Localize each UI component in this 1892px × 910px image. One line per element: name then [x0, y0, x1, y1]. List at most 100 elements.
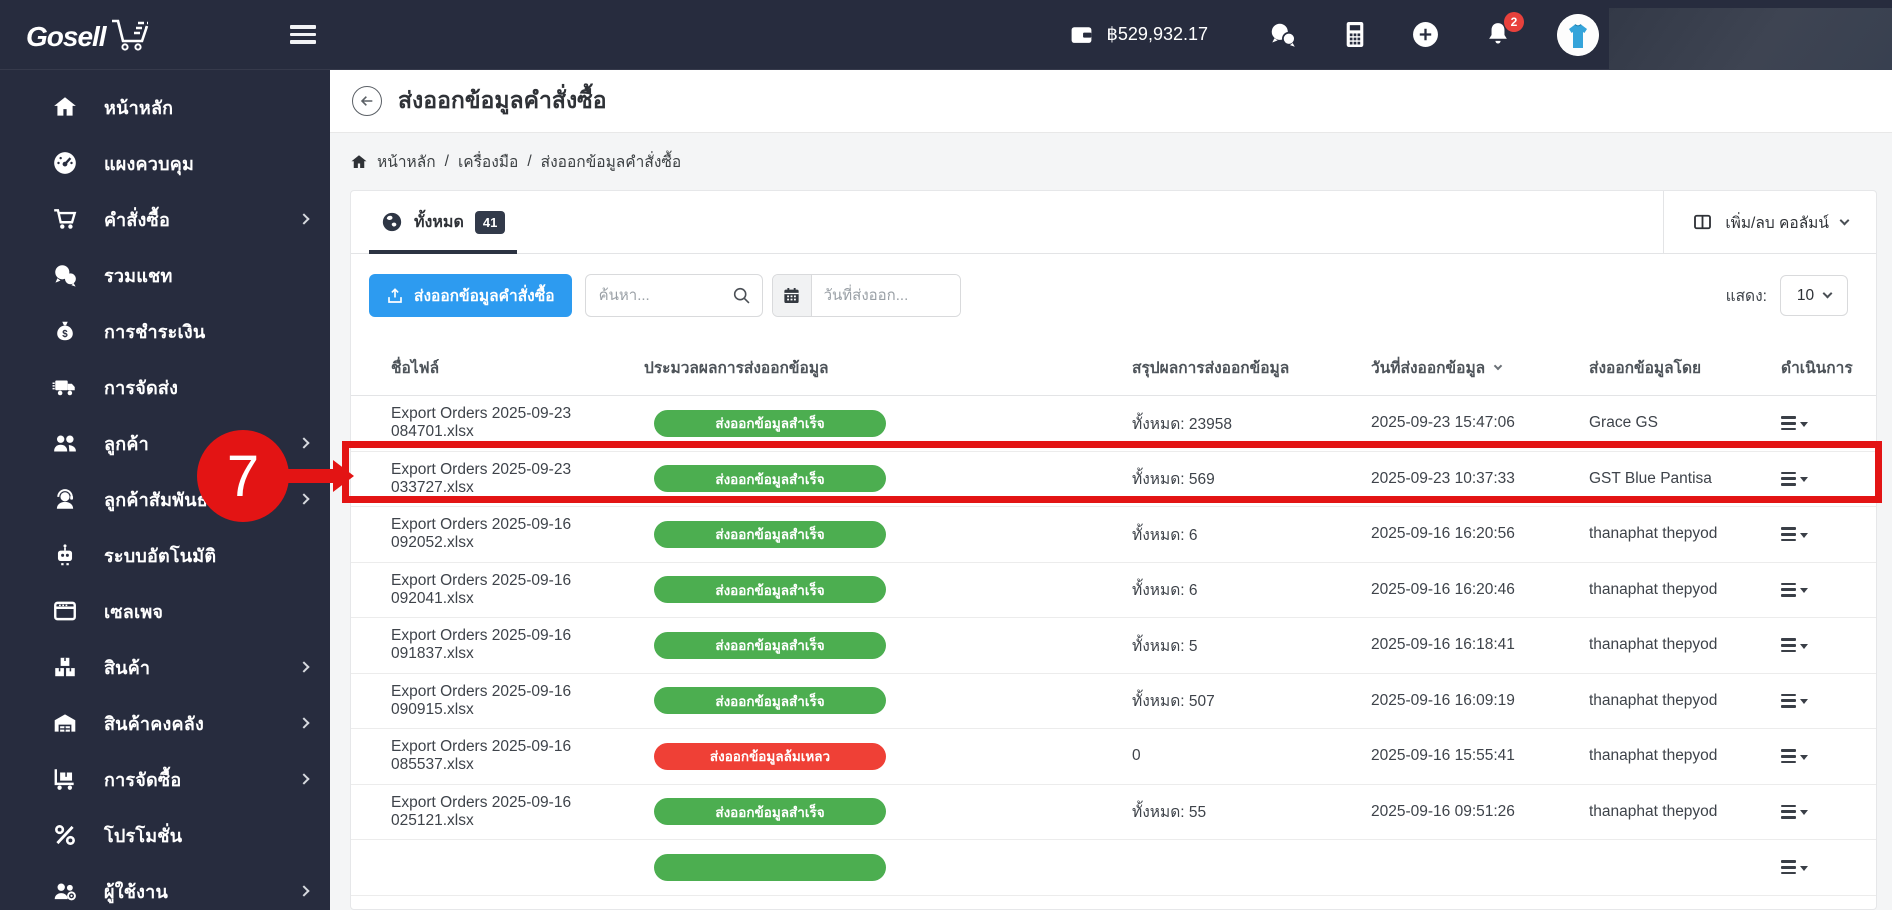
row-actions-menu-button[interactable] [1781, 804, 1808, 819]
chevron-right-icon [298, 661, 310, 673]
tab-all-label: ทั้งหมด [414, 213, 464, 231]
chevron-down-icon [1839, 215, 1850, 225]
tab-all[interactable]: ทั้งหมด 41 [369, 191, 518, 254]
sidebar-item-automation[interactable]: ระบบอัตโนมัติ [0, 527, 330, 583]
export-summary: ทั้งหมด: 55 [1132, 804, 1207, 822]
page-size-select[interactable]: 10 [1780, 275, 1848, 316]
file-name: Export Orders 2025-09-16 091837.xlsx [391, 627, 572, 663]
sidebar-item-dashboard[interactable]: แผงควบคุม [0, 135, 330, 191]
status-badge [654, 853, 886, 881]
table-row[interactable]: Export Orders 2025-09-16 092052.xlsx ส่ง… [351, 507, 1876, 563]
user-info-panel[interactable] [1609, 8, 1892, 70]
percent-icon [55, 825, 75, 845]
exported-by: thanaphat thepyod [1589, 636, 1718, 654]
exported-by: thanaphat thepyod [1589, 802, 1718, 820]
export-summary: ทั้งหมด: 6 [1132, 582, 1198, 600]
svg-text:$: $ [62, 329, 68, 340]
back-arrow-icon [360, 96, 373, 106]
sidebar-item-home[interactable]: หน้าหลัก [0, 79, 330, 135]
row-actions-menu-button[interactable] [1781, 471, 1808, 486]
sidebar-toggle-icon[interactable] [290, 25, 316, 44]
row-actions-menu-button[interactable] [1781, 860, 1808, 875]
table-row[interactable] [351, 840, 1876, 896]
file-name: Export Orders 2025-09-23 033727.xlsx [391, 460, 572, 496]
sidebar-item-inventory[interactable]: สินค้าคงคลัง [0, 695, 330, 751]
tab-all-count-badge: 41 [474, 210, 506, 234]
search-icon[interactable] [731, 285, 752, 306]
calculator-button[interactable] [1344, 21, 1366, 48]
gosell-logo[interactable]: Gosell [26, 17, 152, 53]
sidebar-item-shipping[interactable]: การจัดส่ง [0, 359, 330, 415]
app: Gosell ฿529,932.17 2 หน้าหลัก แผงควบคุม … [0, 0, 1892, 910]
file-name: Export Orders 2025-09-16 025121.xlsx [391, 793, 572, 829]
file-name: Export Orders 2025-09-16 092052.xlsx [391, 516, 572, 552]
row-actions-menu-button[interactable] [1781, 693, 1808, 708]
export-list-card: ทั้งหมด 41 เพิ่ม/ลบ คอลัมน์ ส่งออกข้อมูล… [350, 190, 1877, 910]
breadcrumb-item[interactable]: หน้าหลัก [377, 149, 436, 174]
calendar-button[interactable] [772, 275, 812, 316]
add-remove-columns-button[interactable]: เพิ่ม/ลบ คอลัมน์ [1663, 191, 1876, 253]
exported-by: thanaphat thepyod [1589, 691, 1718, 709]
table-row[interactable]: Export Orders 2025-09-16 025121.xlsx ส่ง… [351, 785, 1876, 840]
brand-text: Gosell [26, 20, 107, 52]
chevron-right-icon [298, 437, 310, 449]
column-header-date[interactable]: วันที่ส่งออกข้อมูล [1371, 355, 1589, 380]
row-actions-menu-button[interactable] [1781, 638, 1808, 653]
table-row[interactable]: Export Orders 2025-09-23 084701.xlsx ส่ง… [351, 396, 1876, 452]
calculator-icon [1346, 22, 1364, 47]
warehouse-icon [54, 714, 76, 732]
customers-icon [54, 435, 76, 452]
chat-button[interactable] [1268, 21, 1298, 49]
user-avatar[interactable] [1557, 13, 1599, 56]
table-row[interactable]: Export Orders 2025-09-16 090915.xlsx ส่ง… [351, 674, 1876, 729]
sidebar-item-purchasing[interactable]: การจัดซื้อ [0, 751, 330, 807]
chevron-right-icon [298, 213, 310, 225]
exported-by: Grace GS [1589, 414, 1658, 432]
table-row[interactable]: Export Orders 2025-09-16 085537.xlsx ส่ง… [351, 729, 1876, 785]
export-date: 2025-09-16 16:20:56 [1371, 525, 1515, 543]
sidebar-item-promotions[interactable]: โปรโมชั่น [0, 807, 330, 863]
notification-count-badge: 2 [1504, 11, 1524, 32]
top-navbar: Gosell ฿529,932.17 2 [0, 0, 1892, 70]
columns-icon [1694, 214, 1712, 230]
row-actions-menu-button[interactable] [1781, 749, 1808, 764]
status-badge: ส่งออกข้อมูลล้มเหลว [654, 742, 886, 770]
caret-down-icon [1800, 477, 1808, 483]
table-row[interactable]: Export Orders 2025-09-16 091837.xlsx ส่ง… [351, 618, 1876, 674]
wallet-balance[interactable]: ฿529,932.17 [1069, 22, 1208, 47]
file-name: Export Orders 2025-09-16 085537.xlsx [391, 738, 572, 774]
calendar-icon [784, 287, 799, 304]
table-header-row: ชื่อไฟล์ ประมวลผลการส่งออกข้อมูล สรุปผลก… [351, 339, 1876, 396]
export-orders-button[interactable]: ส่งออกข้อมูลคำสั่งซื้อ [369, 274, 572, 317]
notifications-button[interactable]: 2 [1485, 11, 1524, 49]
sidebar-item-products[interactable]: สินค้า [0, 639, 330, 695]
sidebar-item-payments[interactable]: $ การชำระเงิน [0, 303, 330, 359]
status-badge: ส่งออกข้อมูลสำเร็จ [654, 465, 886, 493]
sidebar-item-orders[interactable]: คำสั่งซื้อ [0, 191, 330, 247]
sidebar-item-customers[interactable]: ลูกค้า [0, 415, 330, 471]
column-header-summary: สรุปผลการส่งออกข้อมูล [1132, 359, 1290, 377]
export-date-input[interactable] [811, 275, 960, 316]
caret-down-icon [1800, 532, 1808, 538]
breadcrumb-item[interactable]: เครื่องมือ [458, 149, 518, 174]
sidebar-item-salepage[interactable]: เซลเพจ [0, 583, 330, 639]
hand-truck-icon [54, 769, 74, 790]
sidebar-item-chats[interactable]: รวมแชท [0, 247, 330, 303]
upload-icon [388, 287, 402, 303]
file-name: Export Orders 2025-09-23 084701.xlsx [391, 405, 572, 441]
add-button[interactable] [1412, 21, 1439, 48]
status-badge: ส่งออกข้อมูลสำเร็จ [654, 798, 886, 826]
chevron-right-icon [298, 885, 310, 897]
truck-icon [52, 380, 75, 396]
sidebar-item-users[interactable]: ผู้ใช้งาน [0, 863, 330, 910]
sidebar-item-crm[interactable]: ลูกค้าสัมพันธ์ [0, 471, 330, 527]
breadcrumb[interactable]: หน้าหลัก / เครื่องมือ / ส่งออกข้อมูลคำสั… [350, 133, 1877, 190]
table-row[interactable]: Export Orders 2025-09-23 033727.xlsx ส่ง… [351, 452, 1876, 507]
back-button[interactable] [352, 86, 382, 116]
table-row[interactable]: Export Orders 2025-09-16 092041.xlsx ส่ง… [351, 563, 1876, 618]
export-date: 2025-09-16 16:09:19 [1371, 691, 1515, 709]
row-actions-menu-button[interactable] [1781, 582, 1808, 597]
row-actions-menu-button[interactable] [1781, 527, 1808, 542]
row-actions-menu-button[interactable] [1781, 416, 1808, 431]
export-summary: ทั้งหมด: 23958 [1132, 415, 1233, 433]
